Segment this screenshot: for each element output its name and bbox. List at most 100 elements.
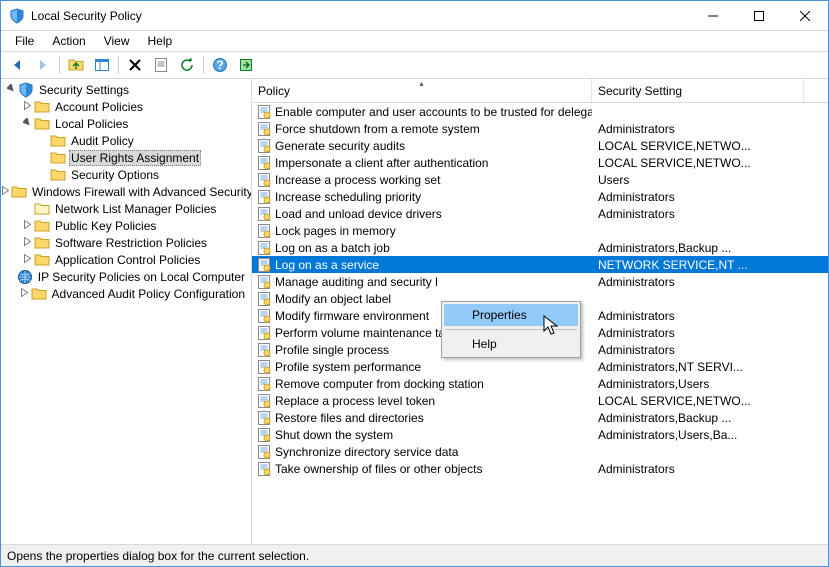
policy-row[interactable]: Synchronize directory service data xyxy=(252,443,828,460)
minimize-button[interactable] xyxy=(690,1,736,30)
policy-row[interactable]: Force shutdown from a remote systemAdmin… xyxy=(252,120,828,137)
policy-name: Log on as a batch job xyxy=(275,241,390,255)
policy-row[interactable]: Profile system performanceAdministrators… xyxy=(252,358,828,375)
tree-item[interactable]: Local Policies xyxy=(1,115,251,132)
policy-name: Increase a process working set xyxy=(275,173,440,187)
policy-icon xyxy=(256,206,272,222)
column-header-policy[interactable]: ▴ Policy xyxy=(252,79,592,102)
policy-setting: Administrators xyxy=(592,275,804,289)
policy-icon xyxy=(256,104,272,120)
policy-row[interactable]: Increase scheduling priorityAdministrato… xyxy=(252,188,828,205)
policy-setting: Administrators xyxy=(592,462,804,476)
expand-icon[interactable] xyxy=(19,288,30,300)
policy-row[interactable]: Manage auditing and security lAdministra… xyxy=(252,273,828,290)
policy-row[interactable]: Replace a process level tokenLOCAL SERVI… xyxy=(252,392,828,409)
help-button[interactable]: ? xyxy=(208,53,232,77)
refresh-button[interactable] xyxy=(175,53,199,77)
column-header-setting[interactable]: Security Setting xyxy=(592,79,804,102)
collapse-icon[interactable] xyxy=(5,84,17,96)
tree-item[interactable]: Advanced Audit Policy Configuration xyxy=(1,285,251,302)
policy-row[interactable]: Shut down the system Administrators,Users… xyxy=(252,426,828,443)
policy-setting: Users xyxy=(592,173,804,187)
policy-setting: LOCAL SERVICE,NETWO... xyxy=(592,139,804,153)
menu-file[interactable]: File xyxy=(7,32,42,50)
folder-icon xyxy=(31,286,47,302)
tree-item[interactable]: User Rights Assignment xyxy=(1,149,251,166)
column-header-label: Policy xyxy=(258,84,290,98)
context-menu-item-help[interactable]: Help xyxy=(444,333,578,355)
tree-item[interactable]: Security Settings xyxy=(1,81,251,98)
policy-setting: Administrators xyxy=(592,207,804,221)
tree-item[interactable]: Application Control Policies xyxy=(1,251,251,268)
close-button[interactable] xyxy=(782,1,828,30)
statusbar: Opens the properties dialog box for the … xyxy=(1,544,828,566)
policy-name: Increase scheduling priority xyxy=(275,190,421,204)
policy-setting: Administrators xyxy=(592,122,804,136)
maximize-button[interactable] xyxy=(736,1,782,30)
tree-item[interactable]: Public Key Policies xyxy=(1,217,251,234)
column-header-label: Security Setting xyxy=(598,84,682,98)
policy-icon xyxy=(256,393,272,409)
policy-name: Shut down the system xyxy=(275,428,393,442)
tree-item[interactable]: Software Restriction Policies xyxy=(1,234,251,251)
folder-icon xyxy=(34,99,50,115)
policy-name: Replace a process level token xyxy=(275,394,435,408)
menu-view[interactable]: View xyxy=(96,32,138,50)
policy-row[interactable]: Remove computer from docking stationAdmi… xyxy=(252,375,828,392)
context-menu-item-properties[interactable]: Properties xyxy=(444,304,578,326)
policy-icon xyxy=(256,359,272,375)
policy-row[interactable]: Impersonate a client after authenticatio… xyxy=(252,154,828,171)
policy-icon xyxy=(256,342,272,358)
policy-name: Load and unload device drivers xyxy=(275,207,442,221)
main-window: Local Security Policy FileActionViewHelp… xyxy=(0,0,829,567)
properties-button[interactable] xyxy=(149,53,173,77)
policy-setting: Administrators xyxy=(592,326,804,340)
up-button[interactable] xyxy=(64,53,88,77)
policy-setting: NETWORK SERVICE,NT ... xyxy=(592,258,804,272)
menu-help[interactable]: Help xyxy=(140,32,181,50)
show-hide-tree-button[interactable] xyxy=(90,53,114,77)
delete-button[interactable] xyxy=(123,53,147,77)
expand-icon[interactable] xyxy=(21,254,33,266)
tree-item[interactable]: Network List Manager Policies xyxy=(1,200,251,217)
tree-pane[interactable]: Security SettingsAccount PoliciesLocal P… xyxy=(1,79,252,544)
policy-icon xyxy=(256,223,272,239)
policy-row[interactable]: Enable computer and user accounts to be … xyxy=(252,103,828,120)
policy-setting: LOCAL SERVICE,NETWO... xyxy=(592,156,804,170)
policy-row[interactable]: Increase a process working set Users xyxy=(252,171,828,188)
list-header: ▴ Policy Security Setting xyxy=(252,79,828,103)
expand-icon[interactable] xyxy=(1,186,10,198)
tree-item[interactable]: Account Policies xyxy=(1,98,251,115)
toolbar-separator xyxy=(118,56,119,74)
policy-icon xyxy=(256,444,272,460)
tree-item-label: Application Control Policies xyxy=(53,253,202,267)
menu-action[interactable]: Action xyxy=(44,32,93,50)
policy-row[interactable]: Lock pages in memory xyxy=(252,222,828,239)
policy-row[interactable]: Restore files and directoriesAdministrat… xyxy=(252,409,828,426)
tree-item[interactable]: Windows Firewall with Advanced Security xyxy=(1,183,251,200)
policy-row[interactable]: Load and unload device drivers Administra… xyxy=(252,205,828,222)
policy-name: Synchronize directory service data xyxy=(275,445,458,459)
export-button[interactable] xyxy=(234,53,258,77)
policy-row[interactable]: Generate security audits LOCAL SERVICE,NE… xyxy=(252,137,828,154)
policy-row[interactable]: Take ownership of files or other objects… xyxy=(252,460,828,477)
policy-row[interactable]: Log on as a batch jobAdministrators,Back… xyxy=(252,239,828,256)
collapse-icon[interactable] xyxy=(21,118,33,130)
expand-icon[interactable] xyxy=(21,101,33,113)
folder-icon xyxy=(50,167,66,183)
tree-item[interactable]: IP Security Policies on Local Computer xyxy=(1,268,251,285)
tree-item[interactable]: Security Options xyxy=(1,166,251,183)
policy-name: Generate security audits xyxy=(275,139,405,153)
toolbar: ? xyxy=(1,51,828,79)
expand-icon[interactable] xyxy=(21,220,33,232)
tree-item[interactable]: Audit Policy xyxy=(1,132,251,149)
expand-icon[interactable] xyxy=(21,237,33,249)
app-icon xyxy=(9,8,25,24)
policy-row[interactable]: Log on as a serviceNETWORK SERVICE,NT ..… xyxy=(252,256,828,273)
back-button[interactable] xyxy=(5,53,29,77)
policy-setting: Administrators,Users,Ba... xyxy=(592,428,804,442)
forward-button[interactable] xyxy=(31,53,55,77)
policy-name: Remove computer from docking station xyxy=(275,377,484,391)
tree-item-label: Public Key Policies xyxy=(53,219,158,233)
policy-icon xyxy=(256,427,272,443)
